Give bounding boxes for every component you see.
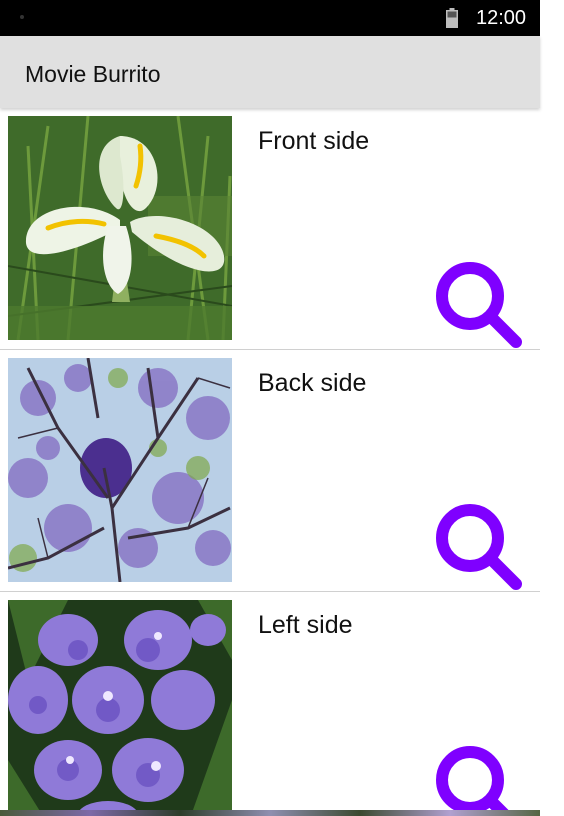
search-icon [436, 504, 522, 590]
search-icon [436, 746, 515, 816]
list-item[interactable]: Front side [0, 108, 540, 350]
item-label: Back side [258, 369, 367, 397]
status-time: 12:00 [476, 7, 527, 29]
item-label: Front side [258, 127, 370, 155]
app-title: Movie Burrito [25, 61, 161, 87]
item-list[interactable]: Front side Back side Left side [0, 108, 540, 816]
status-bar: 12:00 [0, 0, 540, 36]
white-iris-thumbnail[interactable] [8, 116, 232, 340]
list-item[interactable]: Back side [0, 350, 540, 592]
jacaranda-thumbnail[interactable] [8, 358, 232, 582]
battery-icon [446, 8, 458, 28]
search-icon [436, 262, 522, 348]
search-button[interactable] [430, 498, 530, 590]
search-button[interactable] [430, 740, 530, 816]
list-item[interactable]: Left side [0, 592, 540, 816]
search-button[interactable] [430, 256, 530, 348]
notification-dot [20, 15, 24, 19]
app-screen: 12:00 Movie Burrito Front side Back side… [0, 0, 564, 816]
next-item-preview [0, 810, 540, 816]
app-bar: Movie Burrito [0, 36, 540, 108]
purple-orchid-thumbnail[interactable] [8, 600, 232, 816]
item-label: Left side [258, 611, 353, 639]
